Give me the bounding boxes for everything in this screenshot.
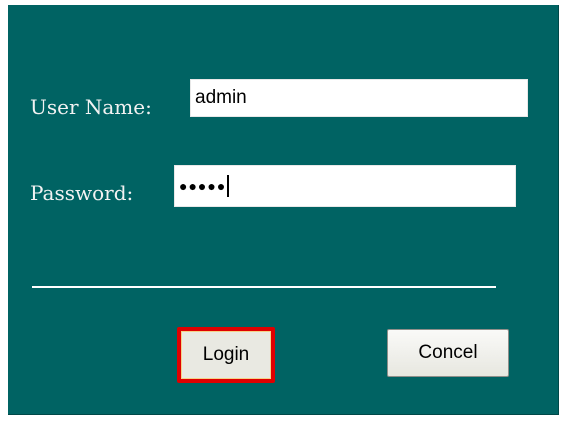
text-caret <box>227 175 230 197</box>
password-label: Password: <box>30 181 134 205</box>
username-label: User Name: <box>30 95 152 119</box>
password-masked-value: ●●●●● <box>179 178 227 194</box>
separator-line <box>32 286 496 288</box>
password-field[interactable]: ●●●●● <box>174 165 516 207</box>
username-field[interactable] <box>190 79 528 117</box>
cancel-button[interactable]: Concel <box>387 329 509 377</box>
login-button[interactable]: Login <box>177 327 275 383</box>
login-panel: User Name: Password: ●●●●● Login Concel <box>8 5 559 415</box>
